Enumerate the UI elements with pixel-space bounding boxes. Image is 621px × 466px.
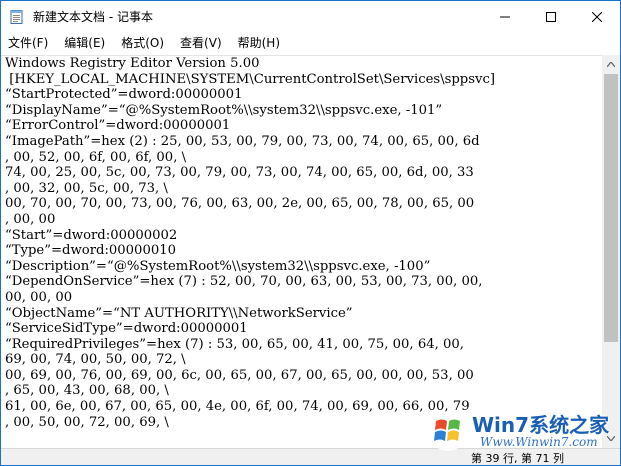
chevron-up-icon [607,62,615,67]
vertical-scrollbar[interactable] [602,55,620,448]
close-icon [592,11,602,22]
text-line: “Type”=dword:00000010 [5,243,177,259]
text-line: [HKEY_LOCAL_MACHINE\SYSTEM\CurrentContro… [5,71,495,87]
text-line: 00, 70, 00, 70, 00, 73, 00, 76, 00, 63, … [5,196,475,212]
text-line: Windows Registry Editor Version 5.00 [5,56,260,71]
minimize-icon [500,16,510,17]
notepad-app-icon [10,9,23,24]
scroll-thumb[interactable] [604,74,618,342]
watermark-url: Www.Winwin7.com [480,435,598,449]
title-bar[interactable]: 新建文本文档 - 记事本 [1,1,620,32]
text-line: “ErrorControl”=dword:00000001 [5,118,231,134]
text-editor[interactable]: Windows Registry Editor Version 5.00 [HK… [1,55,602,449]
text-line: , 65, 00, 43, 00, 68, 00, \ [5,383,169,399]
menu-format[interactable]: 格式(O) [114,33,171,54]
window-title: 新建文本文档 - 记事本 [33,10,153,24]
text-line: “RequiredPrivileges”=hex (7) : 53, 00, 6… [5,336,464,352]
text-line: “DisplayName”=“@%SystemRoot%\\system32\\… [5,102,443,118]
text-line: 00, 00, 00 [5,289,73,305]
text-line: “ObjectName”=“NT AUTHORITY\\NetworkServi… [5,305,353,321]
watermark: Win7系统之家 Www.Winwin7.com [424,401,619,463]
text-line: 00, 69, 00, 76, 00, 69, 00, 6c, 00, 65, … [5,367,474,383]
menu-edit[interactable]: 编辑(E) [57,33,112,54]
text-line: “Start”=dword:00000002 [5,227,178,243]
menu-view[interactable]: 查看(V) [173,33,229,54]
window-controls [482,1,620,32]
close-button[interactable] [574,1,620,32]
text-line: “ServiceSidType”=dword:00000001 [5,321,248,337]
text-line: “Description”=“@%SystemRoot%\\system32\\… [5,258,431,274]
text-line: “DependOnService”=hex (7) : 52, 00, 70, … [5,274,483,290]
maximize-icon [546,11,556,22]
maximize-button[interactable] [528,1,574,32]
text-line: 69, 00, 74, 00, 50, 00, 72, \ [5,352,186,368]
text-line: 74, 00, 25, 00, 5c, 00, 73, 00, 79, 00, … [5,165,474,181]
minimize-button[interactable] [482,1,528,32]
watermark-brand: Win7系统之家 [472,413,610,437]
text-line: , 00, 52, 00, 6f, 00, 6f, 00, \ [5,149,187,165]
text-line: , 00, 00 [5,211,56,227]
menu-bar: 文件(F) 编辑(E) 格式(O) 查看(V) 帮助(H) [1,33,620,54]
menu-file[interactable]: 文件(F) [1,33,55,54]
notepad-window: 新建文本文档 - 记事本 文件(F) 编辑(E) 格式(O) 查看(V) 帮助(… [0,0,621,466]
windows-logo-icon [428,411,468,451]
text-line: “ImagePath”=hex (2) : 25, 00, 53, 00, 79… [5,133,480,149]
menu-help[interactable]: 帮助(H) [231,33,287,54]
scroll-up-button[interactable] [602,56,620,73]
text-line: “StartProtected”=dword:00000001 [5,87,243,103]
text-line: , 00, 32, 00, 5c, 00, 73, \ [5,180,168,196]
